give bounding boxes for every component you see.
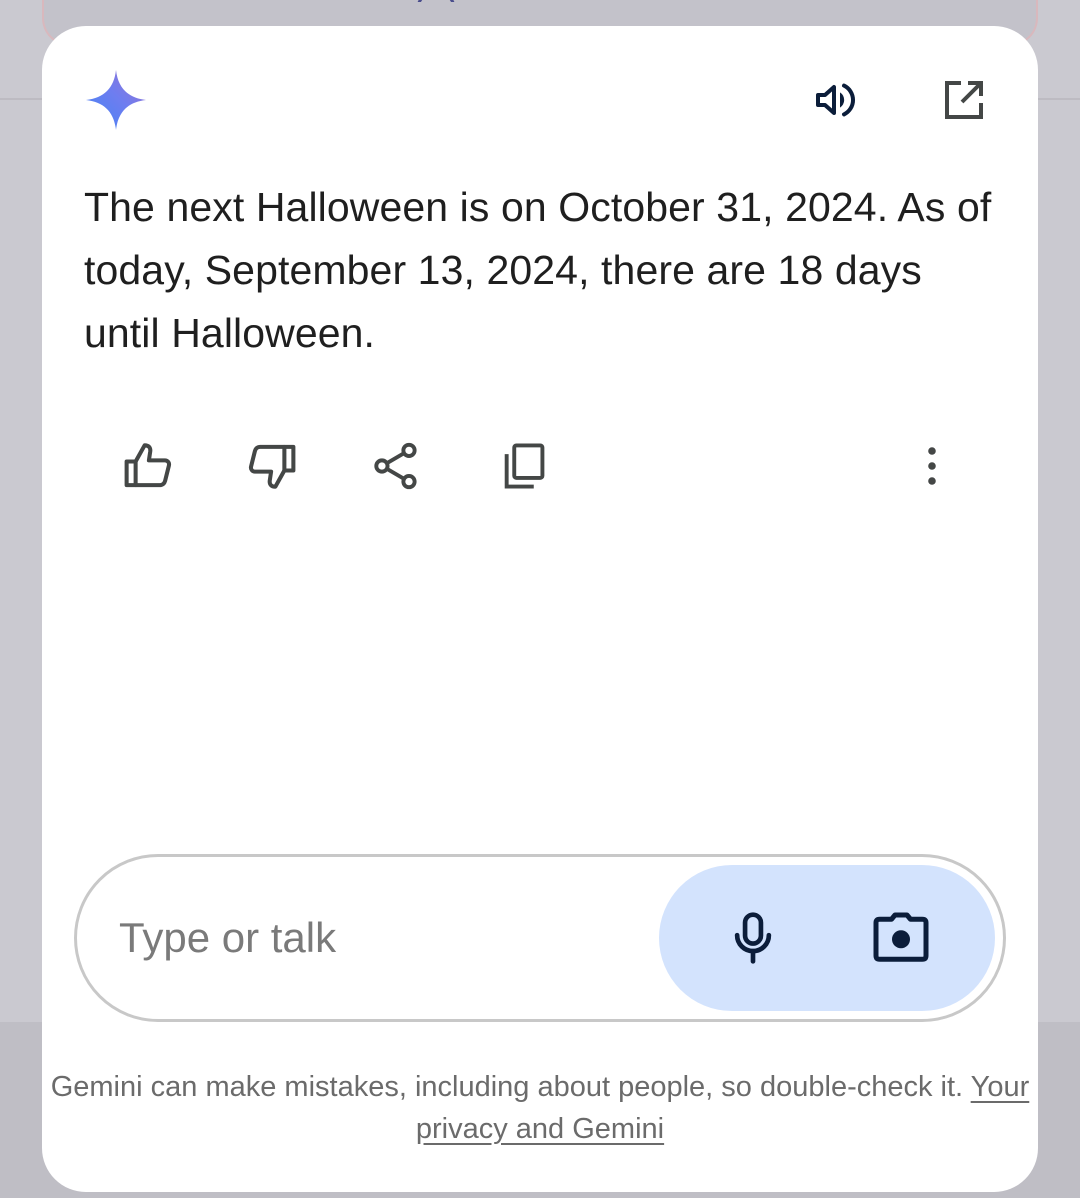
copy-button[interactable] <box>494 436 554 496</box>
gemini-sparkle-icon <box>84 68 148 132</box>
voice-input-button[interactable] <box>717 902 789 974</box>
thumbs-up-button[interactable] <box>118 436 178 496</box>
more-options-button[interactable] <box>902 436 962 496</box>
mic-icon <box>734 912 772 964</box>
thumbs-down-icon <box>248 444 296 489</box>
share-button[interactable] <box>366 436 426 496</box>
camera-input-button[interactable] <box>865 902 937 974</box>
thumbs-up-icon <box>124 443 172 488</box>
response-text: The next Halloween is on October 31, 202… <box>84 184 992 356</box>
prompt-input[interactable] <box>117 901 621 975</box>
speaker-icon <box>816 83 855 117</box>
camera-icon <box>873 912 929 962</box>
open-in-new-icon <box>945 81 983 119</box>
gemini-overlay-sheet: The next Halloween is on October 31, 202… <box>42 26 1038 1192</box>
open-in-app-button[interactable] <box>936 72 992 128</box>
copy-icon <box>504 443 545 489</box>
read-aloud-button[interactable] <box>808 72 864 128</box>
input-actions-pill <box>659 865 995 1011</box>
disclaimer: Gemini can make mistakes, including abou… <box>42 1066 1038 1150</box>
prompt-input-bar <box>74 854 1006 1022</box>
more-vert-icon <box>928 447 936 485</box>
disclaimer-text: Gemini can make mistakes, including abou… <box>50 1071 964 1103</box>
thumbs-down-button[interactable] <box>242 436 302 496</box>
share-icon <box>374 442 417 490</box>
